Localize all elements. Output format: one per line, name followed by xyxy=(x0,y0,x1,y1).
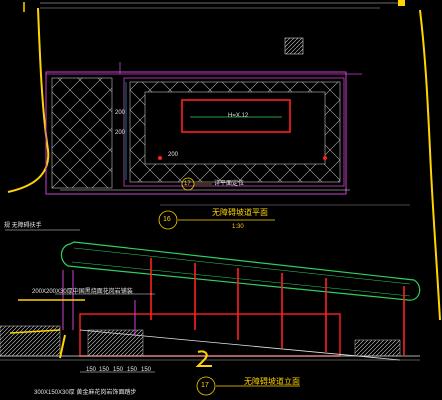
markup-right-curve xyxy=(419,9,441,321)
dim-150-1: 150 xyxy=(86,367,97,373)
cad-drawing-canvas[interactable] xyxy=(0,0,442,400)
dim-150-4: 150 xyxy=(127,367,138,373)
elevation-number: 17 xyxy=(201,382,209,389)
elevation-title: 无障碍坡道立面 xyxy=(244,377,300,386)
dim-200-a: 200 xyxy=(115,110,126,116)
top-right-marker xyxy=(398,0,405,6)
dim-150-3: 150 xyxy=(113,367,124,373)
dim-200-b: 200 xyxy=(115,130,126,136)
dim-dot-2 xyxy=(323,156,327,160)
plan-rect-label: H=X.12 xyxy=(228,113,249,119)
markup-left-curve xyxy=(7,7,50,193)
note-tile: 200X200X30厚中国黑烧面花岗岩铺装 xyxy=(32,289,133,295)
dim-150-5: 150 xyxy=(141,367,152,373)
markup-bracket-left xyxy=(59,334,66,359)
marker-note: 详平面定位 xyxy=(214,181,245,187)
right-steps xyxy=(354,339,401,357)
note-handrail: 规 无障碍扶手 xyxy=(4,223,42,229)
marker-17-plan-label: 17 xyxy=(184,181,191,187)
plan-number: 16 xyxy=(163,216,171,223)
hatched-box xyxy=(284,37,304,55)
handrail-inner xyxy=(73,247,411,285)
markup-two xyxy=(195,350,212,367)
dim-dot-1 xyxy=(158,156,162,160)
plan-title: 无障碍坡道平面 xyxy=(212,208,268,217)
note-bottom: 300X150X30厚 黄金麻花岗岩饰面踏步 xyxy=(34,390,137,396)
dim-200-c: 200 xyxy=(168,152,179,158)
plan-scale: 1:30 xyxy=(232,224,244,230)
dim-150-2: 150 xyxy=(99,367,110,373)
plan-paving-left xyxy=(51,77,113,189)
